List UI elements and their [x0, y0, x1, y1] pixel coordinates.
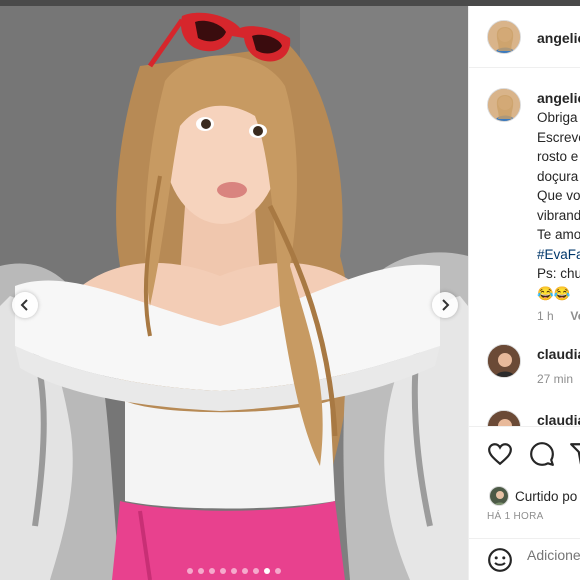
caption-line: Obriga [537, 110, 578, 125]
post-sidebar: angelic angelic Obriga Escreve rosto e d… [468, 6, 580, 580]
caption-line: vibrand [537, 207, 580, 223]
add-comment-bar [469, 538, 580, 580]
comment-icon[interactable] [529, 441, 555, 467]
caption-line: Ps: chu [537, 266, 580, 281]
header-username[interactable]: angelic [537, 30, 580, 46]
carousel-dot [231, 568, 237, 574]
carousel-dots [0, 568, 468, 574]
liked-by-text[interactable]: Curtido po [515, 489, 577, 504]
liked-by: Curtido po [489, 486, 577, 506]
caption-line: doçura [537, 168, 579, 184]
caption-meta: 1 h Ve [537, 307, 580, 327]
caption-line: rosto e [537, 149, 579, 164]
photo-illustration [0, 6, 468, 580]
caption-line: Escreve [537, 129, 580, 145]
comment-avatar[interactable] [487, 344, 521, 378]
carousel-dot [187, 568, 193, 574]
carousel-dot [220, 568, 226, 574]
caption-emoji: 😂😂 [537, 285, 571, 301]
comment-time: 27 min [537, 372, 574, 386]
caption-text: Obriga Escreve rosto e doçura Que vo vib… [537, 108, 580, 327]
emoji-icon[interactable] [487, 547, 513, 573]
comment-input[interactable] [527, 547, 580, 563]
action-bar [469, 426, 580, 476]
heart-icon[interactable] [487, 441, 513, 467]
liker-avatar[interactable] [489, 486, 509, 506]
post-time: HÁ 1 HORA [487, 511, 544, 522]
carousel-dot [242, 568, 248, 574]
carousel-dot [253, 568, 259, 574]
caption-time: 1 h [537, 309, 554, 323]
see-translation-link[interactable]: Ve [570, 309, 580, 323]
caption-username[interactable]: angelic [537, 90, 580, 106]
carousel-dot [198, 568, 204, 574]
caption-line: Te amo [537, 227, 580, 242]
comment-username[interactable]: claudia [537, 346, 580, 362]
chevron-left-icon[interactable] [12, 292, 38, 318]
post-modal: angelic angelic Obriga Escreve rosto e d… [0, 0, 580, 580]
share-icon[interactable] [569, 441, 580, 467]
caption-avatar[interactable] [487, 88, 521, 122]
hashtag-link[interactable]: #EvaFa [537, 245, 580, 265]
carousel-dot [209, 568, 215, 574]
carousel-dot [264, 568, 270, 574]
carousel-dot [275, 568, 281, 574]
post-photo[interactable] [0, 6, 468, 580]
caption-line: Que vo [537, 188, 580, 203]
chevron-right-icon[interactable] [432, 292, 458, 318]
post-header: angelic [469, 6, 580, 68]
avatar[interactable] [487, 20, 521, 54]
